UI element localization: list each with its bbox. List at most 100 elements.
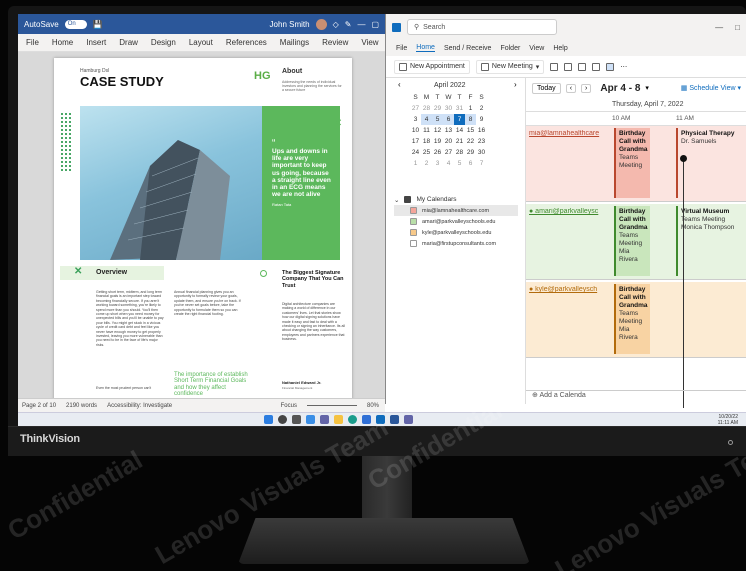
month-view-icon[interactable]: [592, 62, 601, 71]
mini-calendar-day[interactable]: 29: [465, 147, 476, 158]
teams-icon[interactable]: [404, 415, 413, 424]
mini-calendar-day[interactable]: 20: [443, 136, 454, 147]
mini-calendar-day[interactable]: 27: [443, 147, 454, 158]
mini-calendar-day[interactable]: 4: [421, 114, 432, 125]
autosave-toggle[interactable]: On: [64, 19, 87, 29]
mini-calendar-day[interactable]: 2: [476, 103, 487, 114]
add-calendar-row[interactable]: ⊕ Add a Calenda: [526, 390, 746, 404]
diamond-icon[interactable]: ◇: [333, 20, 339, 29]
tab-send-receive[interactable]: Send / Receive: [444, 45, 491, 52]
tab-design[interactable]: Design: [151, 38, 176, 47]
mini-calendar-day[interactable]: 28: [454, 147, 465, 158]
word-count[interactable]: 2190 words: [66, 403, 97, 409]
word-icon[interactable]: [390, 415, 399, 424]
prev-icon[interactable]: ‹: [565, 83, 577, 93]
mini-calendar-day[interactable]: 6: [443, 114, 454, 125]
document-page[interactable]: Hamburg Dsl CASE STUDY HG About Addressi…: [54, 58, 352, 398]
mini-calendar-day[interactable]: 4: [443, 158, 454, 169]
avatar[interactable]: [315, 18, 327, 30]
tab-folder[interactable]: Folder: [500, 45, 520, 52]
mini-calendar-day[interactable]: 16: [476, 125, 487, 136]
restore-icon[interactable]: ▢: [371, 20, 379, 29]
schedule-view-icon[interactable]: [606, 62, 615, 71]
my-calendars-group[interactable]: ⌄ My Calendars: [394, 194, 518, 205]
calendar-checkbox[interactable]: [410, 240, 417, 247]
mini-calendar-day[interactable]: 10: [410, 125, 421, 136]
tab-review[interactable]: Review: [322, 38, 348, 47]
mini-calendar-day[interactable]: 1: [410, 158, 421, 169]
system-tray[interactable]: 10/20/22 11:11 AM: [718, 414, 738, 426]
calendar-checkbox[interactable]: [410, 218, 417, 225]
next-icon[interactable]: ›: [581, 83, 592, 93]
workweek-view-icon[interactable]: [564, 62, 573, 71]
mini-calendar-day[interactable]: 14: [454, 125, 465, 136]
mini-calendar-day[interactable]: 6: [465, 158, 476, 169]
tab-layout[interactable]: Layout: [189, 38, 213, 47]
calendar-event[interactable]: Physical Therapy Dr. Samuels: [676, 128, 746, 198]
mini-calendar-day[interactable]: 5: [432, 114, 443, 125]
mini-calendar-day[interactable]: 26: [432, 147, 443, 158]
maximize-icon[interactable]: □: [729, 23, 746, 32]
mini-calendar-day[interactable]: 3: [432, 158, 443, 169]
calendar-checkbox[interactable]: [410, 229, 417, 236]
mini-calendar-day[interactable]: 21: [454, 136, 465, 147]
mini-calendar-day[interactable]: 30: [443, 103, 454, 114]
tab-draw[interactable]: Draw: [119, 38, 138, 47]
mini-calendar-day[interactable]: 1: [465, 103, 476, 114]
calendar-event[interactable]: Virtual Museum Teams Meeting Monica Thomp…: [676, 206, 746, 276]
store-icon[interactable]: [362, 415, 371, 424]
mini-calendar-day[interactable]: 13: [443, 125, 454, 136]
chat-icon[interactable]: [320, 415, 329, 424]
calendar-list-item[interactable]: maria@firstupconsultants.com: [394, 238, 518, 249]
tab-help[interactable]: Help: [553, 45, 567, 52]
lane-label[interactable]: ● amari@parkvalleysc: [529, 208, 611, 215]
mini-calendar-day[interactable]: 30: [476, 147, 487, 158]
mini-calendar-day[interactable]: 9: [476, 114, 487, 125]
schedule-view-dropdown[interactable]: ▦ Schedule View ▾: [681, 84, 746, 92]
mini-calendar-day[interactable]: 3: [410, 114, 421, 125]
new-meeting-button[interactable]: New Meeting ▾: [475, 59, 545, 74]
mini-calendar-day[interactable]: 23: [476, 136, 487, 147]
mini-calendar-day[interactable]: 31: [454, 103, 465, 114]
mini-calendar-day[interactable]: 28: [421, 103, 432, 114]
new-appointment-button[interactable]: New Appointment: [394, 59, 470, 74]
mini-calendar-day[interactable]: 11: [421, 125, 432, 136]
mini-calendar-day[interactable]: 24: [410, 147, 421, 158]
mini-calendar-day[interactable]: 27: [410, 103, 421, 114]
mini-calendar-day[interactable]: 18: [421, 136, 432, 147]
save-icon[interactable]: 💾: [93, 20, 103, 29]
mini-calendar-day[interactable]: 8: [465, 114, 476, 125]
tab-view[interactable]: View: [361, 38, 378, 47]
task-view-icon[interactable]: [292, 415, 301, 424]
day-view-icon[interactable]: [550, 62, 559, 71]
tab-file[interactable]: File: [396, 45, 407, 52]
calendar-event[interactable]: Birthday Call with Grandma Teams Meeting …: [614, 284, 650, 354]
mini-calendar-day[interactable]: 7: [476, 158, 487, 169]
next-month-icon[interactable]: ›: [514, 80, 517, 89]
zoom-level[interactable]: 80%: [367, 403, 385, 409]
mini-calendar-day[interactable]: 15: [465, 125, 476, 136]
file-explorer-icon[interactable]: [334, 415, 343, 424]
calendar-list-item[interactable]: kyle@parkvalleyschools.edu: [394, 227, 518, 238]
mini-calendar-day[interactable]: 25: [421, 147, 432, 158]
tab-view[interactable]: View: [529, 45, 544, 52]
search-input[interactable]: ⚲ Search: [407, 19, 557, 35]
date-range-chevron-icon[interactable]: ▾: [645, 84, 649, 92]
focus-button[interactable]: Focus: [281, 403, 297, 409]
calendar-checkbox[interactable]: [410, 207, 417, 214]
tab-insert[interactable]: Insert: [86, 38, 106, 47]
document-canvas[interactable]: Hamburg Dsl CASE STUDY HG About Addressi…: [18, 52, 385, 398]
minimize-icon[interactable]: —: [715, 23, 723, 32]
accessibility-status[interactable]: Accessibility: Investigate: [107, 403, 172, 409]
prev-month-icon[interactable]: ‹: [398, 80, 401, 89]
mini-calendar-day[interactable]: 19: [432, 136, 443, 147]
widgets-icon[interactable]: [306, 415, 315, 424]
page-count[interactable]: Page 2 of 10: [22, 403, 56, 409]
lane-label[interactable]: mia@lamnahealthcare: [529, 130, 611, 137]
mini-calendar-day[interactable]: 5: [454, 158, 465, 169]
calendar-list-item[interactable]: amari@parkvalleyschools.edu: [394, 216, 518, 227]
tab-references[interactable]: References: [226, 38, 267, 47]
more-icon[interactable]: ⋯: [620, 63, 627, 71]
outlook-icon[interactable]: [376, 415, 385, 424]
mini-calendar-day[interactable]: 12: [432, 125, 443, 136]
